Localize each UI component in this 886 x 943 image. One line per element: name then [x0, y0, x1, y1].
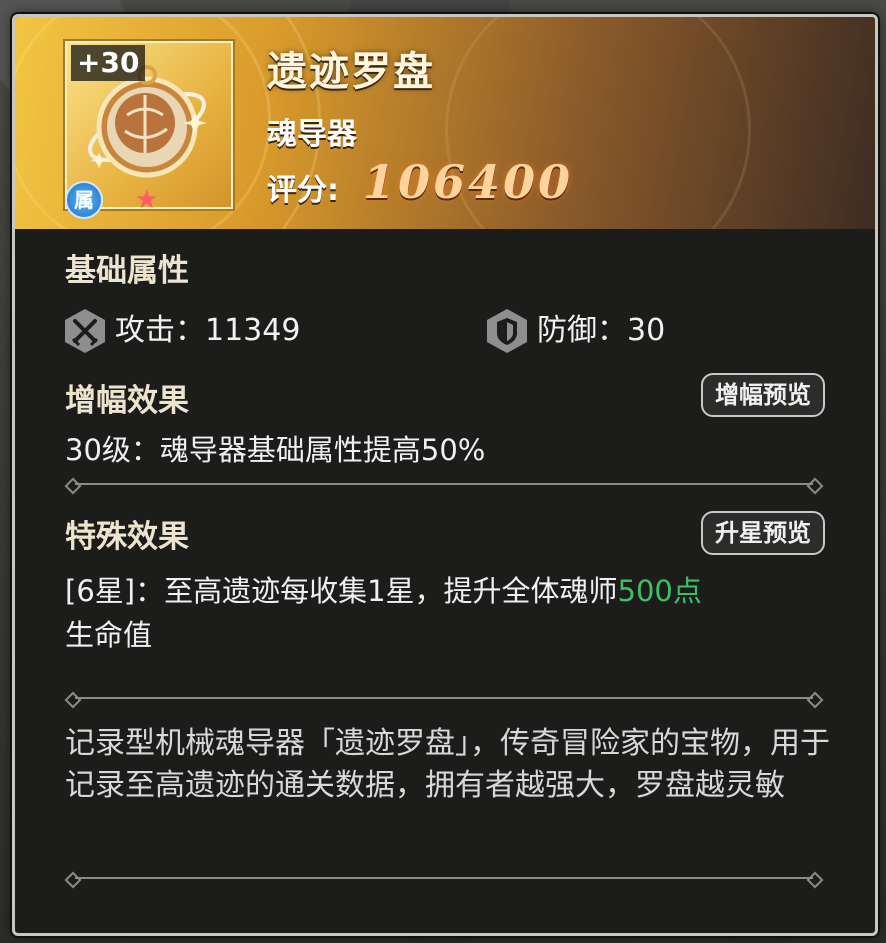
star-icon: ★	[135, 185, 159, 215]
divider	[64, 871, 824, 889]
special-effect-suffix: 生命值	[65, 618, 153, 652]
item-description: 记录型机械魂导器「遗迹罗盘」，传奇冒险家的宝物，用于记录至高遗迹的通关数据，拥有…	[65, 726, 830, 803]
amplify-title: 增幅效果	[65, 383, 189, 419]
item-header: +30 属 ★ 遗迹罗盘 魂导器 评分: 106400	[15, 17, 875, 229]
amplify-effect: 30级：魂导器基础属性提高50%	[65, 433, 486, 467]
amplify-preview-button[interactable]: 增幅预览	[701, 373, 825, 417]
attack-value: 攻击：11349	[115, 313, 301, 348]
score-label: 评分:	[267, 173, 339, 208]
attribute-badge: 属	[65, 181, 103, 219]
item-type: 魂导器	[267, 117, 357, 152]
shield-icon	[487, 309, 527, 353]
special-effect-highlight: 500点	[617, 574, 702, 608]
item-tooltip-panel: +30 属 ★ 遗迹罗盘 魂导器 评分: 106400 基础属性 攻击：1134…	[12, 14, 878, 936]
defense-value: 防御：30	[537, 313, 666, 348]
divider	[64, 691, 824, 709]
base-attributes-title: 基础属性	[65, 253, 189, 289]
attack-icon	[65, 309, 105, 353]
special-effect-prefix: [6星]：至高遗迹每收集1星，提升全体魂师	[65, 574, 618, 608]
special-effect: [6星]：至高遗迹每收集1星，提升全体魂师500点 生命值	[65, 569, 845, 657]
item-name: 遗迹罗盘	[267, 48, 435, 95]
star-preview-button[interactable]: 升星预览	[701, 511, 825, 555]
score-value: 106400	[363, 155, 574, 209]
special-title: 特殊效果	[65, 519, 189, 555]
divider	[64, 477, 824, 495]
item-level-badge: +30	[71, 45, 146, 81]
